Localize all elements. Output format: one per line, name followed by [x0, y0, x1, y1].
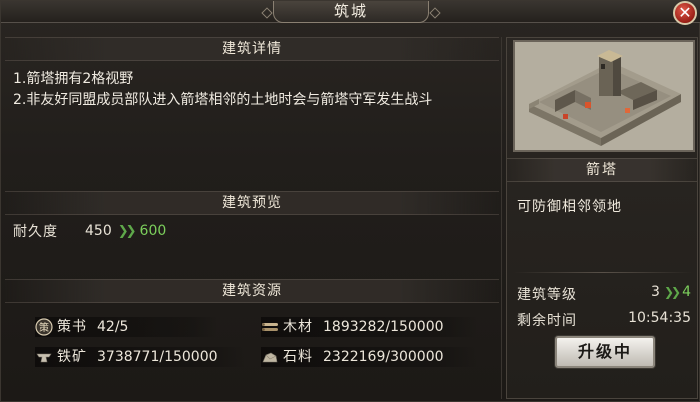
building-level-row: 建筑等级 3 ❯❯ 4 — [517, 284, 693, 304]
resource-wood: 木材 1893282/150000 — [261, 317, 477, 337]
time-value: 10:54:35 — [628, 310, 691, 326]
upgrade-button[interactable]: 升级中 — [555, 336, 655, 368]
level-current: 3 — [651, 284, 660, 300]
build-dialog: 筑城 ✕ 建筑详情 1.箭塔拥有2格视野 2.非友好同盟成员部队进入箭塔相邻的土… — [0, 0, 700, 402]
durability-current: 450 — [85, 223, 112, 239]
remaining-time-row: 剩余时间 10:54:35 — [517, 310, 693, 330]
durability-label: 耐久度 — [13, 224, 58, 240]
detail-line-2: 2.非友好同盟成员部队进入箭塔相邻的土地时会与箭塔守军发生战斗 — [13, 92, 433, 108]
building-description: 可防御相邻领地 — [517, 199, 622, 215]
panel-separator — [513, 272, 693, 273]
stone-icon — [261, 348, 279, 366]
dialog-title: 筑城 — [273, 1, 429, 23]
wood-icon — [261, 318, 279, 336]
svg-text:策: 策 — [39, 321, 49, 334]
resources-header: 建筑资源 — [5, 279, 499, 303]
double-arrow-icon: ❯❯ — [117, 223, 137, 239]
details-header: 建筑详情 — [5, 37, 499, 61]
double-arrow-icon: ❯❯ — [663, 285, 681, 299]
book-icon: 策 — [35, 318, 53, 336]
resource-value: 2322169/300000 — [323, 349, 444, 365]
resource-book: 策 策书 42/5 — [35, 317, 217, 337]
panel-divider — [501, 37, 502, 399]
resource-value: 3738771/150000 — [97, 349, 218, 365]
resource-name: 策书 — [57, 319, 87, 335]
resource-stone: 石料 2322169/300000 — [261, 347, 477, 367]
time-label: 剩余时间 — [517, 313, 577, 329]
arrow-tower-illustration — [515, 42, 693, 150]
resource-name: 石料 — [283, 349, 313, 365]
resource-value: 1893282/150000 — [323, 319, 444, 335]
close-button[interactable]: ✕ — [673, 1, 697, 25]
durability-next: 600 — [139, 223, 167, 239]
level-label: 建筑等级 — [517, 287, 577, 303]
level-values: 3 ❯❯ 4 — [651, 284, 691, 300]
building-name: 箭塔 — [507, 158, 697, 182]
durability-row: 耐久度 450 ❯❯ 600 — [13, 221, 166, 241]
resource-name: 木材 — [283, 319, 313, 335]
preview-header: 建筑预览 — [5, 191, 499, 215]
resource-name: 铁矿 — [57, 349, 87, 365]
level-next: 4 — [682, 284, 691, 300]
details-text: 1.箭塔拥有2格视野 2.非友好同盟成员部队进入箭塔相邻的土地时会与箭塔守军发生… — [13, 69, 497, 111]
resource-iron: 铁矿 3738771/150000 — [35, 347, 245, 367]
left-panel: 建筑详情 1.箭塔拥有2格视野 2.非友好同盟成员部队进入箭塔相邻的土地时会与箭… — [5, 37, 499, 397]
iron-icon — [35, 348, 53, 366]
detail-line-1: 1.箭塔拥有2格视野 — [13, 71, 134, 87]
building-image — [513, 40, 695, 152]
resource-value: 42/5 — [97, 319, 129, 335]
building-panel: 箭塔 可防御相邻领地 建筑等级 3 ❯❯ 4 剩余时间 10:54:35 升级中 — [506, 37, 698, 399]
